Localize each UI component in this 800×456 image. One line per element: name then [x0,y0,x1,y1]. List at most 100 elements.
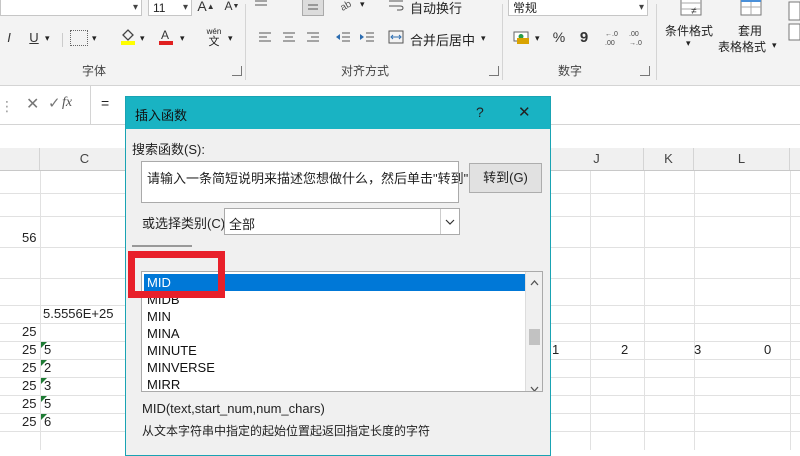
align-bottom-icon[interactable] [302,0,324,16]
font-group-label: 字体 [82,64,107,78]
cell-b-25[interactable]: 25 [22,341,36,359]
comma-button[interactable]: 9 [576,28,592,46]
format-as-table-label2[interactable]: 表格格式 [718,38,766,55]
align-top-icon[interactable] [252,0,270,10]
column-header-j[interactable]: J [550,148,644,170]
insert-function-icon[interactable]: fx [62,95,72,111]
category-label: 或选择类别(C): [142,216,229,231]
font-size-combo[interactable]: 11 ▾ [148,0,192,16]
font-name-combo[interactable]: ▾ [0,0,142,16]
list-item[interactable]: MIRR [144,376,525,391]
number-dialog-launcher-icon[interactable] [640,66,650,76]
cell-b-25[interactable]: 25 [22,359,36,377]
function-description: 从文本字符串中指定的起始位置起返回指定长度的字符 [142,424,431,438]
increase-indent-icon[interactable] [358,29,376,45]
list-item[interactable]: MIN [144,308,525,325]
chevron-down-icon: ▾ [182,2,188,13]
align-center-icon[interactable] [280,29,298,45]
orientation-icon[interactable]: ab [338,0,356,12]
merge-center-icon[interactable] [387,29,405,45]
border-icon[interactable] [70,30,88,46]
align-right-icon[interactable] [304,29,322,45]
more-icon: ⋮ [0,98,14,114]
wrap-text-label[interactable]: 自动换行 [410,0,462,17]
svg-text:ab: ab [339,0,354,11]
alignment-dialog-launcher-icon[interactable] [489,66,499,76]
column-header-c[interactable]: C [40,148,130,170]
font-dialog-launcher-icon[interactable] [232,66,242,76]
font-color-icon[interactable]: A [156,26,176,46]
svg-text:→.0: →.0 [629,40,642,47]
merge-center-label[interactable]: 合并后居中 [410,30,475,49]
chevron-down-icon: ▾ [772,40,777,50]
number-format-combo[interactable]: 常规 ▾ [508,0,648,16]
search-function-input[interactable]: 请输入一条简短说明来描述您想做什么，然后单击"转到" [141,161,468,203]
percent-button[interactable]: % [550,28,568,46]
cell-b-25[interactable]: 25 [22,377,36,395]
chevron-down-icon[interactable] [440,209,459,234]
cell-value[interactable]: 2 [621,341,628,359]
highlight-box [128,251,225,298]
cancel-icon[interactable]: ✕ [26,94,39,114]
column-header-k[interactable]: K [644,148,694,170]
column-header-l[interactable]: L [694,148,790,170]
close-icon[interactable]: ✕ [518,103,531,121]
scroll-down-icon[interactable] [530,381,539,391]
cell-value[interactable]: 3 [694,341,701,359]
accounting-format-icon[interactable] [512,27,532,47]
list-item[interactable]: MINUTE [144,342,525,359]
cell-c-text[interactable]: 3 [44,377,51,395]
row-header-corner[interactable] [0,148,40,170]
decrease-indent-icon[interactable] [334,29,352,45]
conditional-format-label[interactable]: 条件格式 [665,22,713,39]
cell-value[interactable]: 1 [552,341,559,359]
chevron-down-icon: ▾ [140,33,145,43]
align-left-icon[interactable] [256,29,274,45]
cell-b-25[interactable]: 25 [22,413,36,431]
cell-b-25[interactable]: 25 [22,323,36,341]
separator [502,4,503,80]
chevron-down-icon: ▾ [481,33,486,43]
cell-value[interactable]: 0 [764,341,771,359]
scroll-thumb[interactable] [529,329,540,345]
decrease-decimal-icon[interactable]: .00 →.0 [628,27,648,49]
cell-c-text[interactable]: 5 [44,341,51,359]
italic-button[interactable]: I [2,28,16,46]
increase-font-icon[interactable]: A ▲ [196,0,216,15]
category-select[interactable]: 全部 [224,208,460,235]
decrease-font-icon[interactable]: A ▼ [222,0,242,15]
list-item[interactable]: MINVERSE [144,359,525,376]
go-button[interactable]: 转到(G) [469,163,542,193]
cell-c-sci[interactable]: 5.5556E+25 [43,305,113,323]
conditional-format-icon[interactable]: ≠ [678,0,704,18]
separator [245,4,246,80]
phonetic-icon[interactable]: wén 文 [202,28,226,49]
dialog-title-bar[interactable]: 插入函数 ? ✕ [126,97,550,129]
separator [90,86,91,124]
cell-c-text[interactable]: 2 [44,359,51,377]
cell-b-56[interactable]: 56 [22,229,36,247]
cell-b-25[interactable]: 25 [22,395,36,413]
scroll-up-icon[interactable] [530,275,539,289]
increase-decimal-icon[interactable]: ←.0.00 [604,27,624,49]
chevron-down-icon: ▾ [92,33,97,43]
svg-text:≠: ≠ [691,6,697,17]
format-as-table-label1[interactable]: 套用 [738,22,762,39]
format-as-table-icon[interactable] [738,0,764,18]
cell-c-text[interactable]: 5 [44,395,51,413]
underline-button[interactable]: U [26,28,42,46]
function-signature: MID(text,start_num,num_chars) [142,401,325,416]
list-item[interactable]: MINA [144,325,525,342]
separator [656,4,657,80]
confirm-icon[interactable]: ✓ [48,94,61,112]
gridline [694,171,695,450]
chevron-down-icon: ▾ [228,33,233,43]
help-button[interactable]: ? [476,104,484,120]
formula-input[interactable]: = [101,95,109,111]
cell-c-text[interactable]: 6 [44,413,51,431]
chevron-down-icon: ▾ [686,38,691,48]
wrap-text-icon[interactable] [387,0,405,14]
fill-color-icon[interactable] [118,26,138,46]
scrollbar[interactable] [525,272,542,391]
cell-styles-button[interactable] [785,0,800,82]
